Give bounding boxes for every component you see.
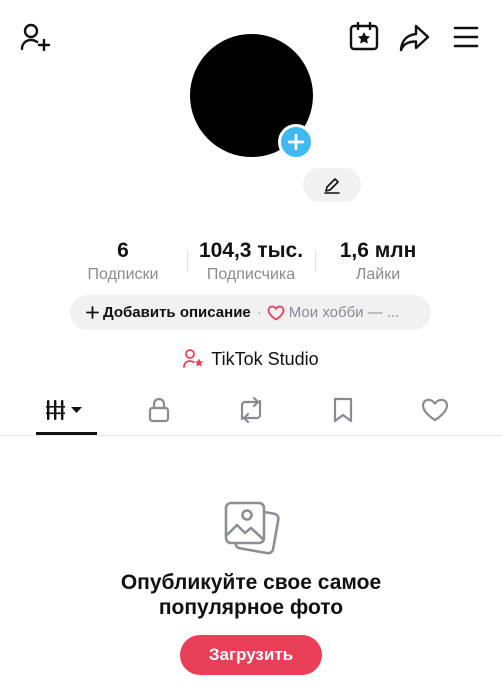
upload-button[interactable]: Загрузить: [180, 635, 322, 675]
avatar-add-button[interactable]: [278, 124, 314, 160]
share-arrow-icon[interactable]: [399, 24, 431, 52]
tab-liked[interactable]: [404, 392, 466, 428]
tab-private[interactable]: [128, 392, 190, 428]
plus-icon: [86, 306, 99, 319]
edit-profile-button[interactable]: [303, 168, 361, 202]
followers-count: 104,3 тыс.: [198, 239, 304, 262]
tab-videos[interactable]: [35, 392, 97, 428]
person-plus-icon[interactable]: [20, 23, 52, 53]
lock-icon: [148, 397, 170, 423]
followers-label: Подписчика: [206, 266, 296, 283]
bio-pill[interactable]: Добавить описание · Мои хобби — ...: [70, 295, 431, 330]
following-label: Подписки: [87, 266, 159, 283]
tabs-divider: [0, 435, 502, 436]
hobbies-button[interactable]: Мои хобби — ...: [267, 304, 400, 321]
photos-icon: [222, 500, 280, 556]
bookmark-icon: [332, 397, 354, 423]
empty-state-title: Опубликуйте свое самое популярное фото: [0, 570, 502, 620]
person-star-icon: [183, 349, 205, 369]
add-bio-label: Добавить описание: [103, 304, 251, 321]
bio-separator: ·: [256, 304, 262, 321]
grid-bars-icon: [46, 399, 86, 421]
hamburger-menu-icon[interactable]: [453, 26, 479, 48]
tab-favorites[interactable]: [312, 392, 374, 428]
hobbies-label: Мои хобби — ...: [288, 304, 400, 321]
stat-divider: [315, 250, 316, 272]
plus-icon: [288, 134, 304, 150]
stat-followers[interactable]: 104,3 тыс. Подписчика: [188, 238, 314, 285]
repost-icon: [237, 397, 265, 423]
following-count: 6: [117, 239, 129, 262]
empty-state-title-line2: популярное фото: [158, 596, 344, 619]
tiktok-studio-link[interactable]: TikTok Studio: [0, 346, 502, 372]
tab-reposts[interactable]: [220, 392, 282, 428]
pencil-icon: [323, 176, 341, 194]
stat-following[interactable]: 6 Подписки: [72, 238, 174, 285]
likes-count: 1,6 млн: [339, 239, 417, 262]
heart-icon: [421, 398, 449, 422]
heart-icon: [267, 305, 285, 321]
calendar-star-icon[interactable]: [349, 22, 379, 52]
likes-label: Лайки: [355, 266, 401, 283]
stat-likes[interactable]: 1,6 млн Лайки: [326, 238, 430, 285]
empty-state-title-line1: Опубликуйте свое самое: [120, 571, 382, 594]
tiktok-studio-label: TikTok Studio: [211, 348, 319, 369]
add-bio-button[interactable]: Добавить описание: [86, 304, 251, 321]
